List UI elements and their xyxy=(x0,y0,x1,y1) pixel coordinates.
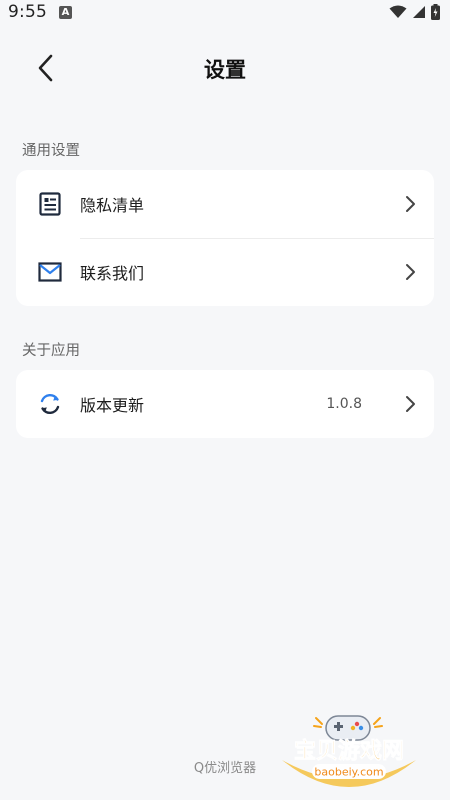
version-update-label: 版本更新 xyxy=(80,396,145,415)
status-bar: 9:55 A xyxy=(0,0,450,24)
about-app-card: 版本更新 1.0.8 xyxy=(16,370,434,438)
mail-icon xyxy=(38,260,62,284)
cellular-signal-icon xyxy=(413,6,425,18)
contact-us-label: 联系我们 xyxy=(80,264,145,283)
watermark-text: 宝贝游戏网 xyxy=(294,738,404,764)
version-update-row[interactable]: 版本更新 1.0.8 xyxy=(16,370,434,438)
chevron-right-icon xyxy=(406,264,415,280)
refresh-icon xyxy=(38,392,62,416)
watermark-logo: 宝贝游戏网 baobeiy.com xyxy=(276,702,422,794)
battery-charging-icon xyxy=(431,4,440,20)
chevron-right-icon xyxy=(406,396,415,412)
privacy-list-row[interactable]: 隐私清单 xyxy=(16,170,434,238)
section-label-about: 关于应用 xyxy=(22,343,80,359)
contact-us-row[interactable]: 联系我们 xyxy=(16,238,434,306)
status-time: 9:55 xyxy=(8,2,47,22)
notification-icon: A xyxy=(58,5,72,19)
page-title: 设置 xyxy=(204,58,246,82)
header: 设置 xyxy=(0,38,450,98)
document-list-icon xyxy=(38,192,62,216)
status-left: 9:55 A xyxy=(8,2,72,22)
section-label-general: 通用设置 xyxy=(22,143,80,159)
version-number: 1.0.8 xyxy=(326,396,362,412)
general-settings-card: 隐私清单 联系我们 xyxy=(16,170,434,306)
chevron-right-icon xyxy=(406,196,415,212)
status-right xyxy=(389,4,440,20)
wifi-icon xyxy=(389,5,407,18)
privacy-list-label: 隐私清单 xyxy=(80,196,145,215)
watermark-url: baobeiy.com xyxy=(314,766,383,779)
